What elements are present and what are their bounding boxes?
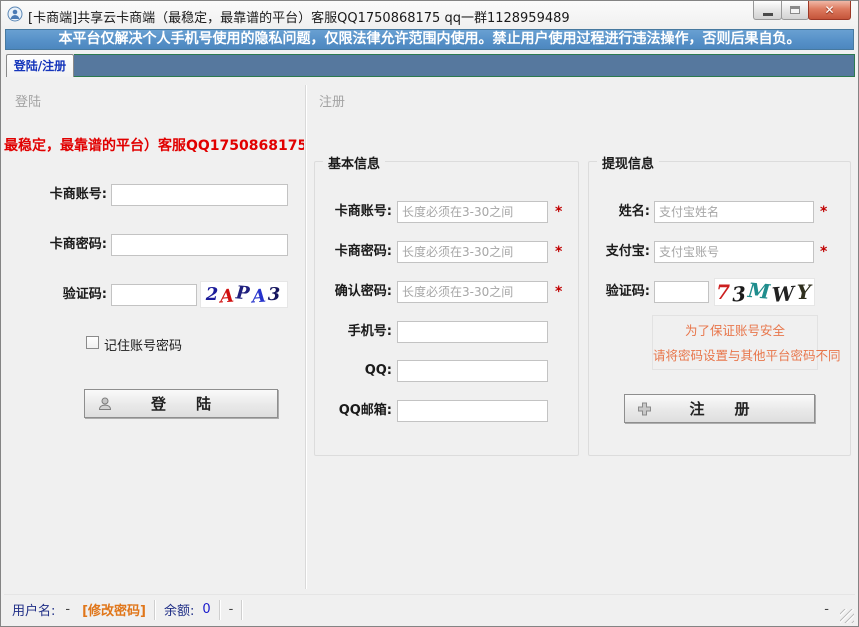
login-captcha-image[interactable]: 2APA3: [200, 281, 288, 308]
plus-icon: [637, 401, 652, 416]
reg-phone-input[interactable]: [397, 321, 548, 343]
window-title: [卡商端]共享云卡商端（最稳定，最靠谱的平台）客服QQ1750868175 qq…: [28, 7, 570, 26]
main-content: 登陆 最稳定，最靠谱的平台）客服QQ1750868175 qq 卡商账号: 卡商…: [4, 77, 855, 595]
balance-value: 0: [202, 602, 210, 617]
reg-qqmail-label: QQ邮箱:: [321, 400, 392, 422]
login-section-label: 登陆: [15, 91, 41, 110]
maximize-button[interactable]: [781, 1, 809, 20]
register-section-label: 注册: [319, 91, 345, 110]
reg-alipay-required: *: [820, 241, 827, 263]
tab-login-register[interactable]: 登陆/注册: [6, 54, 74, 77]
window-controls: ✕: [754, 1, 851, 20]
basic-info-group-title: 基本信息: [323, 153, 385, 172]
reg-alipay-label: 支付宝:: [593, 241, 650, 263]
login-captcha-label: 验证码:: [12, 284, 107, 306]
reg-confirm-required: *: [555, 281, 562, 303]
close-icon: ✕: [824, 3, 834, 17]
password-warning-box: 为了保证账号安全 请将密码设置与其他平台密码不同: [652, 315, 818, 370]
notice-banner: 本平台仅解决个人手机号使用的隐私问题，仅限法律允许范围内使用。禁止用户使用过程进…: [5, 29, 854, 50]
reg-name-input[interactable]: [654, 201, 814, 223]
reg-captcha-input[interactable]: [654, 281, 709, 303]
maximize-icon: [790, 6, 800, 14]
username-label: 用户名:: [12, 600, 55, 619]
reg-confirm-input[interactable]: [397, 281, 548, 303]
reg-name-required: *: [820, 201, 827, 223]
change-password-link[interactable]: [修改密码]: [82, 600, 146, 619]
reg-confirm-label: 确认密码:: [321, 281, 392, 303]
reg-qq-label: QQ:: [321, 360, 392, 382]
status-bar: 用户名: - [修改密码] 余额: 0 - -: [4, 594, 855, 624]
password-warning-line1: 为了保证账号安全: [653, 318, 817, 343]
app-icon: [7, 6, 23, 22]
login-promo-text: 最稳定，最靠谱的平台）客服QQ1750868175 qq: [4, 135, 304, 155]
reg-account-required: *: [555, 201, 562, 223]
statusbar-separator: [219, 600, 221, 620]
reg-qqmail-input[interactable]: [397, 400, 548, 422]
title-bar: [卡商端]共享云卡商端（最稳定，最靠谱的平台）客服QQ1750868175 qq…: [1, 1, 858, 28]
reg-password-input[interactable]: [397, 241, 548, 263]
remember-checkbox-label: 记住账号密码: [104, 335, 182, 354]
statusbar-separator: [154, 600, 156, 620]
remember-checkbox[interactable]: [86, 336, 99, 349]
login-captcha-input[interactable]: [111, 284, 197, 306]
login-button-label: 登 陆: [151, 393, 211, 414]
login-password-label: 卡商密码:: [12, 234, 107, 256]
login-button[interactable]: 登 陆: [84, 389, 278, 418]
reg-account-label: 卡商账号:: [321, 201, 392, 223]
vertical-divider: [305, 85, 306, 589]
minimize-button[interactable]: [753, 1, 782, 20]
tab-strip-fill: [74, 54, 855, 77]
resize-grip[interactable]: [840, 609, 854, 623]
statusbar-right-dash: -: [824, 602, 829, 617]
statusbar-dash: -: [229, 602, 234, 617]
login-password-input[interactable]: [111, 234, 288, 256]
password-warning-line2: 请将密码设置与其他平台密码不同: [653, 343, 817, 368]
minimize-icon: [763, 13, 773, 16]
basic-info-group: 基本信息 卡商账号: * 卡商密码: * 确认密码: * 手机号: QQ: QQ…: [314, 161, 579, 456]
reg-password-required: *: [555, 241, 562, 263]
app-window: [卡商端]共享云卡商端（最稳定，最靠谱的平台）客服QQ1750868175 qq…: [0, 0, 859, 627]
reg-phone-label: 手机号:: [321, 321, 392, 343]
login-account-label: 卡商账号:: [12, 184, 107, 206]
username-value: -: [65, 602, 70, 617]
close-button[interactable]: ✕: [808, 1, 851, 20]
reg-name-label: 姓名:: [593, 201, 650, 223]
user-icon: [97, 396, 113, 412]
reg-captcha-label: 验证码:: [593, 281, 650, 303]
reg-password-label: 卡商密码:: [321, 241, 392, 263]
statusbar-separator: [241, 600, 243, 620]
reg-captcha-image[interactable]: 73MWY: [714, 278, 815, 306]
login-account-input[interactable]: [111, 184, 288, 206]
withdraw-info-group-title: 提现信息: [597, 153, 659, 172]
reg-account-input[interactable]: [397, 201, 548, 223]
register-button[interactable]: 注 册: [624, 394, 815, 423]
register-button-label: 注 册: [689, 398, 749, 419]
tab-strip: 登陆/注册: [4, 53, 855, 77]
reg-alipay-input[interactable]: [654, 241, 814, 263]
balance-label: 余额:: [164, 600, 194, 619]
reg-qq-input[interactable]: [397, 360, 548, 382]
withdraw-info-group: 提现信息 姓名: * 支付宝: * 验证码: 73MWY 为了保证账号安全 请将…: [588, 161, 851, 456]
